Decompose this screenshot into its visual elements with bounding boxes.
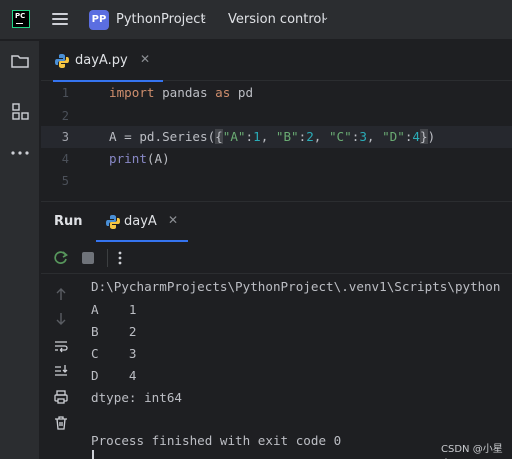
- structure-icon[interactable]: [10, 101, 30, 121]
- line-number: 4: [61, 152, 69, 166]
- run-side-toolbar: [41, 275, 81, 459]
- run-title: Run: [54, 214, 83, 229]
- code-line-1[interactable]: import pandas as pd: [109, 85, 253, 100]
- pycharm-logo[interactable]: PC: [12, 10, 30, 28]
- console-line: D 4: [91, 368, 137, 383]
- code-editor[interactable]: 1 2 3 4 5 import pandas as pd A = pd.Ser…: [41, 82, 512, 200]
- more-icon[interactable]: [10, 143, 30, 163]
- python-file-icon: [105, 214, 121, 230]
- chevron-down-icon[interactable]: ⌄: [321, 12, 329, 23]
- print-icon[interactable]: [53, 389, 69, 405]
- main-menu-icon[interactable]: [52, 13, 68, 25]
- chevron-down-icon[interactable]: ⌄: [199, 12, 207, 23]
- project-badge[interactable]: PP: [89, 10, 109, 30]
- close-icon[interactable]: ✕: [168, 213, 178, 227]
- tab-label: dayA.py: [75, 53, 128, 68]
- console-line: B 2: [91, 324, 137, 339]
- watermark: CSDN @小星袁: [441, 444, 503, 455]
- line-number-gutter: 1 2 3 4 5: [41, 82, 105, 200]
- code-line-4[interactable]: print(A): [109, 151, 170, 166]
- left-tool-strip: [0, 41, 40, 459]
- python-file-icon: [54, 53, 70, 69]
- logo-text: PC: [15, 12, 26, 20]
- line-number: 5: [61, 174, 69, 188]
- run-tool-window-header: Run dayA ✕: [41, 201, 512, 242]
- editor-tab-bar: dayA.py ✕: [41, 41, 512, 82]
- rerun-icon[interactable]: [53, 250, 69, 266]
- line-number: 3: [61, 130, 69, 144]
- more-vertical-icon[interactable]: [117, 250, 123, 266]
- console-line: Process finished with exit code 0: [91, 433, 342, 448]
- tab-daya-py[interactable]: dayA.py ✕: [53, 41, 163, 82]
- console-line: D:\PycharmProjects\PythonProject\.venv1\…: [91, 279, 501, 294]
- line-number: 2: [61, 109, 69, 123]
- soft-wrap-icon[interactable]: [53, 338, 69, 354]
- scroll-to-end-icon[interactable]: [53, 363, 69, 379]
- toolbar-divider: [107, 249, 108, 267]
- console-line: A 1: [91, 302, 137, 317]
- scroll-down-icon[interactable]: [53, 311, 69, 327]
- scroll-up-icon[interactable]: [53, 286, 69, 302]
- close-icon[interactable]: ✕: [140, 52, 150, 66]
- version-control-menu[interactable]: Version control: [228, 12, 325, 27]
- project-name[interactable]: PythonProject: [116, 12, 206, 27]
- tab-run-daya[interactable]: dayA ✕: [96, 202, 214, 242]
- title-bar: PC PP PythonProject ⌄ Version control ⌄: [0, 0, 512, 40]
- console-line: C 3: [91, 346, 137, 361]
- line-number: 1: [61, 86, 69, 100]
- text-caret: [92, 450, 94, 459]
- code-line-3[interactable]: A = pd.Series({"A":1, "B":2, "C":3, "D":…: [109, 129, 435, 144]
- console-line: dtype: int64: [91, 390, 182, 405]
- stop-icon[interactable]: [82, 252, 94, 264]
- tab-label: dayA: [124, 214, 157, 229]
- console-output[interactable]: D:\PycharmProjects\PythonProject\.venv1\…: [81, 275, 512, 459]
- trash-icon[interactable]: [53, 415, 69, 431]
- folder-icon[interactable]: [10, 51, 30, 71]
- run-toolbar: [41, 242, 512, 274]
